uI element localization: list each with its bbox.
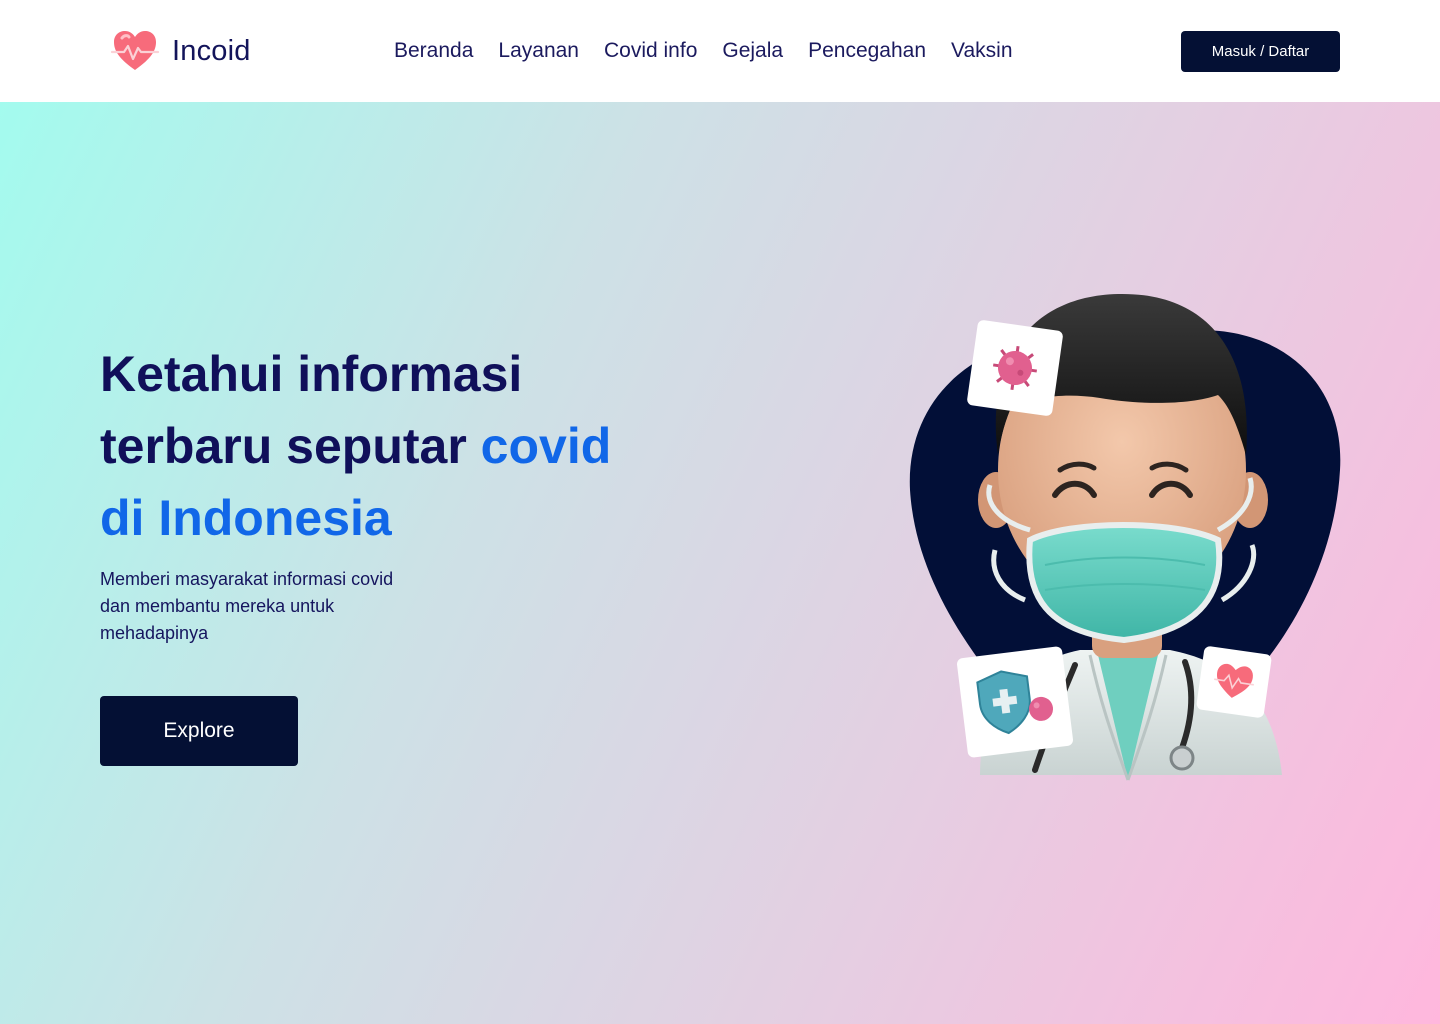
main-nav: Beranda Layanan Covid info Gejala Penceg…	[394, 36, 1013, 66]
brand-logo[interactable]: Incoid	[110, 28, 251, 74]
hero-headline: Ketahui informasi terbaru seputar covid di…	[100, 338, 611, 554]
heart-card	[1196, 646, 1272, 718]
hero-subtext: Memberi masyarakat informasi covid dan m…	[100, 569, 394, 643]
navbar: Incoid Beranda Layanan Covid info Gejala…	[0, 0, 1440, 102]
headline-line-1: Ketahui informasi	[100, 346, 523, 402]
explore-button[interactable]: Explore	[100, 696, 298, 766]
headline-line-2: terbaru seputar	[100, 418, 481, 474]
login-register-button[interactable]: Masuk / Daftar	[1181, 31, 1340, 72]
nav-link-gejala[interactable]: Gejala	[722, 39, 783, 63]
nav-link-beranda[interactable]: Beranda	[394, 39, 473, 63]
brand-name: Incoid	[172, 34, 251, 67]
nav-link-covid-info[interactable]: Covid info	[604, 39, 697, 63]
nav-link-vaksin[interactable]: Vaksin	[951, 39, 1012, 63]
shield-card	[956, 646, 1074, 758]
headline-accent-covid: covid	[480, 418, 612, 474]
nav-link-pencegahan[interactable]: Pencegahan	[808, 39, 926, 63]
nav-link-layanan[interactable]: Layanan	[498, 39, 579, 63]
headline-accent-indonesia: di Indonesia	[100, 490, 392, 546]
virus-card	[967, 320, 1063, 416]
heart-pulse-icon	[110, 31, 160, 70]
doctor-illustration	[909, 293, 1341, 781]
